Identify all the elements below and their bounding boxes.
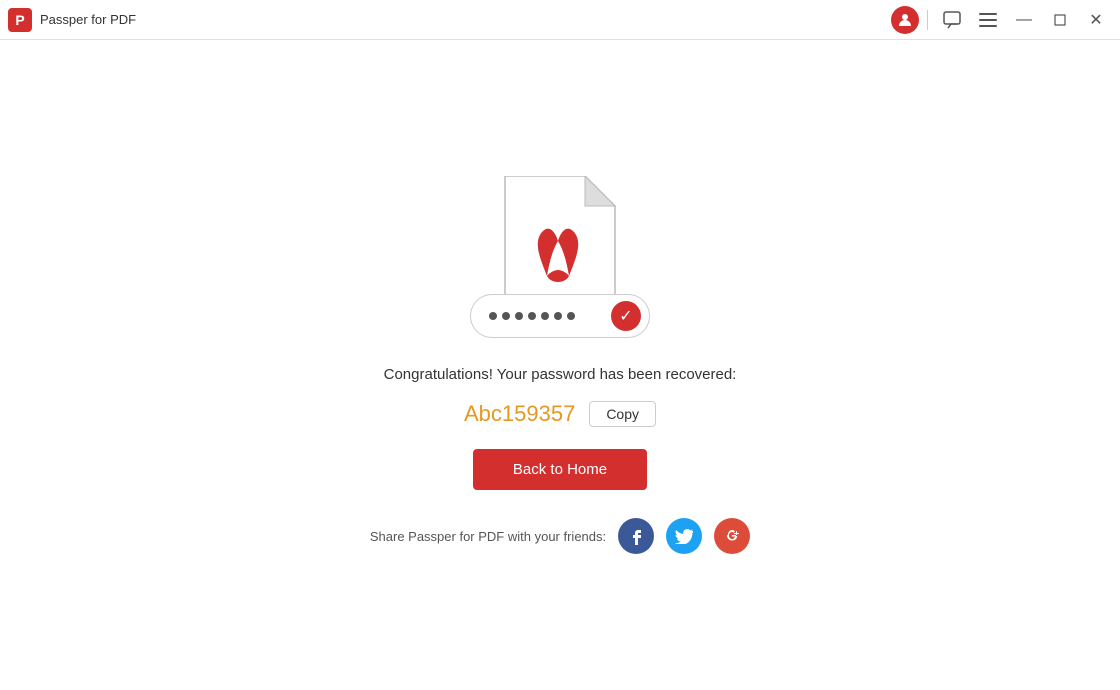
dot-5 [541, 312, 549, 320]
chat-button[interactable] [936, 4, 968, 36]
googleplus-icon [722, 530, 742, 543]
dot-7 [567, 312, 575, 320]
pdf-icon-wrapper: ✓ [470, 176, 650, 338]
password-dots [489, 312, 575, 320]
maximize-icon [1054, 14, 1066, 26]
recovered-password: Abc159357 [464, 401, 575, 427]
titlebar: P Passper for PDF — [0, 0, 1120, 40]
titlebar-controls: — ✕ [891, 4, 1112, 36]
check-circle: ✓ [611, 301, 641, 331]
congratulations-text: Congratulations! Your password has been … [384, 366, 737, 383]
chat-icon [943, 11, 961, 29]
minimize-button[interactable]: — [1008, 4, 1040, 36]
googleplus-share-button[interactable] [714, 518, 750, 554]
twitter-share-button[interactable] [666, 518, 702, 554]
app-icon: P [8, 8, 32, 32]
dot-3 [515, 312, 523, 320]
dot-2 [502, 312, 510, 320]
password-display: Abc159357 Copy [464, 401, 656, 427]
profile-icon [897, 12, 913, 28]
maximize-button[interactable] [1044, 4, 1076, 36]
dot-6 [554, 312, 562, 320]
app-title: Passper for PDF [40, 12, 136, 27]
hamburger-icon [979, 13, 997, 27]
copy-button[interactable]: Copy [589, 401, 656, 427]
separator [927, 10, 928, 30]
titlebar-left: P Passper for PDF [8, 8, 136, 32]
password-bar: ✓ [470, 294, 650, 338]
main-content: ✓ Congratulations! Your password has bee… [0, 40, 1120, 690]
share-row: Share Passper for PDF with your friends: [370, 518, 750, 554]
menu-button[interactable] [972, 4, 1004, 36]
profile-button[interactable] [891, 6, 919, 34]
back-to-home-button[interactable]: Back to Home [473, 449, 647, 490]
facebook-share-button[interactable] [618, 518, 654, 554]
dot-1 [489, 312, 497, 320]
dot-4 [528, 312, 536, 320]
close-button[interactable]: ✕ [1080, 4, 1112, 36]
facebook-icon [631, 527, 641, 545]
twitter-icon [675, 529, 693, 544]
share-label: Share Passper for PDF with your friends: [370, 529, 606, 544]
